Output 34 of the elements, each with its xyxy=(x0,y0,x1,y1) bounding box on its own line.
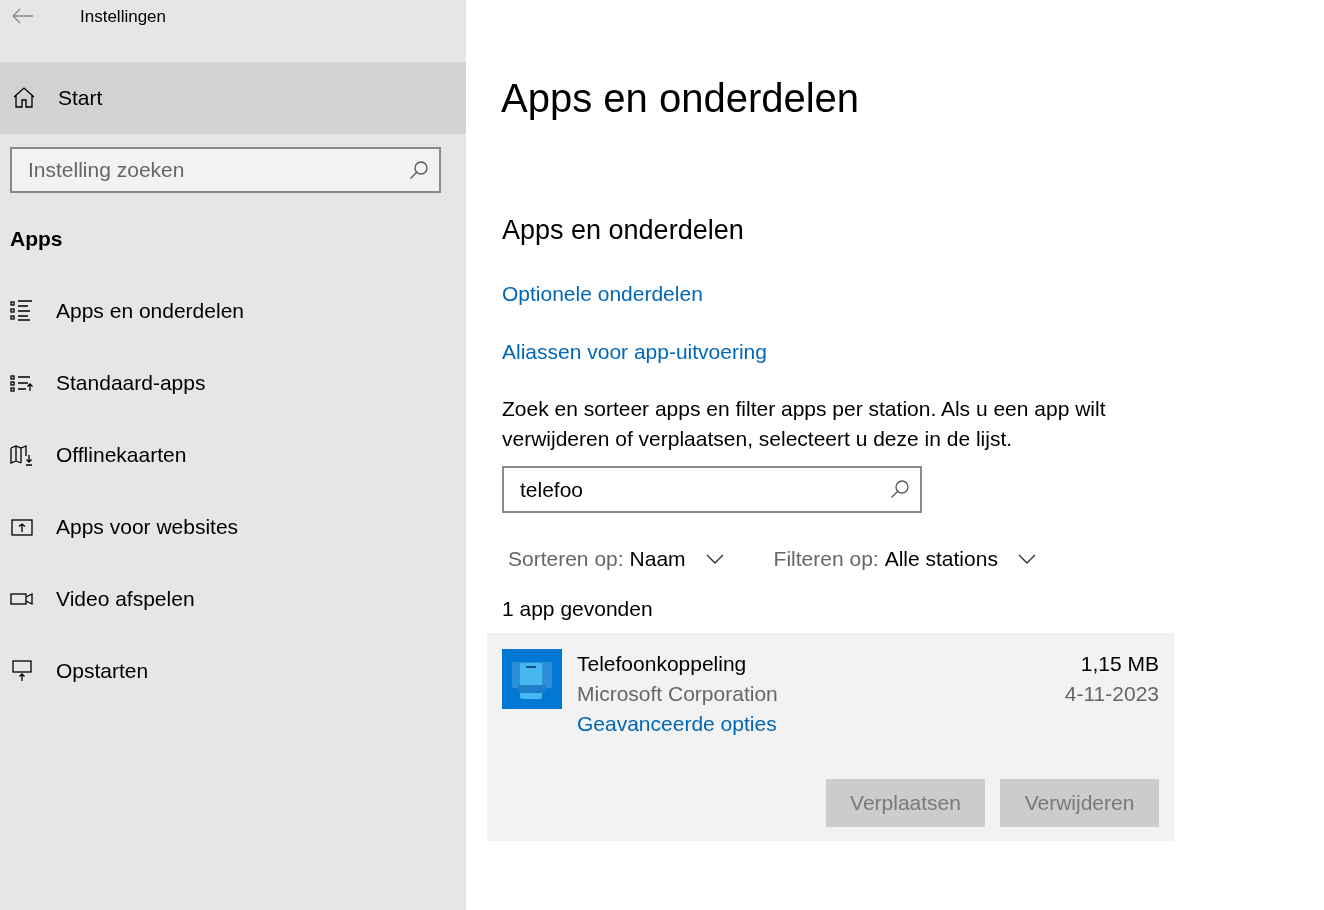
window-title: Instellingen xyxy=(80,7,166,27)
map-download-icon xyxy=(10,443,34,467)
dropdown[interactable]: Sorteren op: Naam xyxy=(508,547,724,571)
search-icon[interactable] xyxy=(890,479,910,499)
app-size: 1,15 MB xyxy=(1080,651,1159,677)
advanced-options-link[interactable]: Geavanceerde opties xyxy=(577,709,777,739)
home-icon xyxy=(12,86,36,110)
nav-item[interactable]: Apps voor websites xyxy=(0,503,466,551)
nav-item[interactable]: Video afspelen xyxy=(0,575,466,623)
chevron-down-icon xyxy=(1017,554,1036,564)
nav-item[interactable]: Apps en onderdelen xyxy=(0,287,466,335)
nav-item[interactable]: Standaard-apps xyxy=(0,359,466,407)
app-icon xyxy=(502,649,562,709)
back-arrow-icon[interactable] xyxy=(12,8,34,24)
result-count: 1 app gevonden xyxy=(502,597,654,621)
nav-item[interactable]: Offlinekaarten xyxy=(0,431,466,479)
settings-link[interactable]: Aliassen voor app-uitvoering xyxy=(502,340,767,364)
page-title: Apps en onderdelen xyxy=(501,75,861,122)
dropdown[interactable]: Filteren op: Alle stations xyxy=(773,547,1036,571)
section-heading: Apps en onderdelen xyxy=(502,214,745,247)
app-name: Telefoonkoppeling xyxy=(577,651,748,677)
settings-link[interactable]: Optionele onderdelen xyxy=(502,282,703,306)
chevron-down-icon xyxy=(705,554,724,564)
app-publisher: Microsoft Corporation xyxy=(577,681,779,707)
app-search-field[interactable]: telefoo xyxy=(502,466,922,513)
settings-search-field[interactable]: Instelling zoeken xyxy=(10,147,441,193)
home-nav-item[interactable]: Start xyxy=(0,62,466,134)
search-icon[interactable] xyxy=(409,160,429,180)
description-text: Zoek en sorteer apps en filter apps per station. Als u een app wilt verwijderen of verplaatsen, selecteert u deze in de lijst. xyxy=(502,396,1107,452)
section-heading: Apps xyxy=(10,227,64,251)
monitor-upload-icon xyxy=(10,659,34,683)
list-icon xyxy=(10,299,34,323)
nav-item[interactable]: Opstarten xyxy=(0,647,466,695)
install-date: 4-11-2023 xyxy=(1064,681,1159,707)
